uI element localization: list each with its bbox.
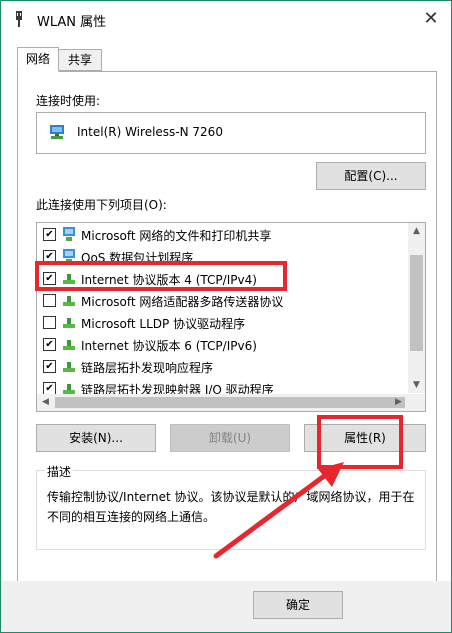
properties-window: WLAN 属性 ✕ 网络 共享 连接时使用: Intel(R) Wireless… [0,0,452,633]
tab-network[interactable]: 网络 [17,47,59,72]
red-arrow-icon [213,462,344,559]
